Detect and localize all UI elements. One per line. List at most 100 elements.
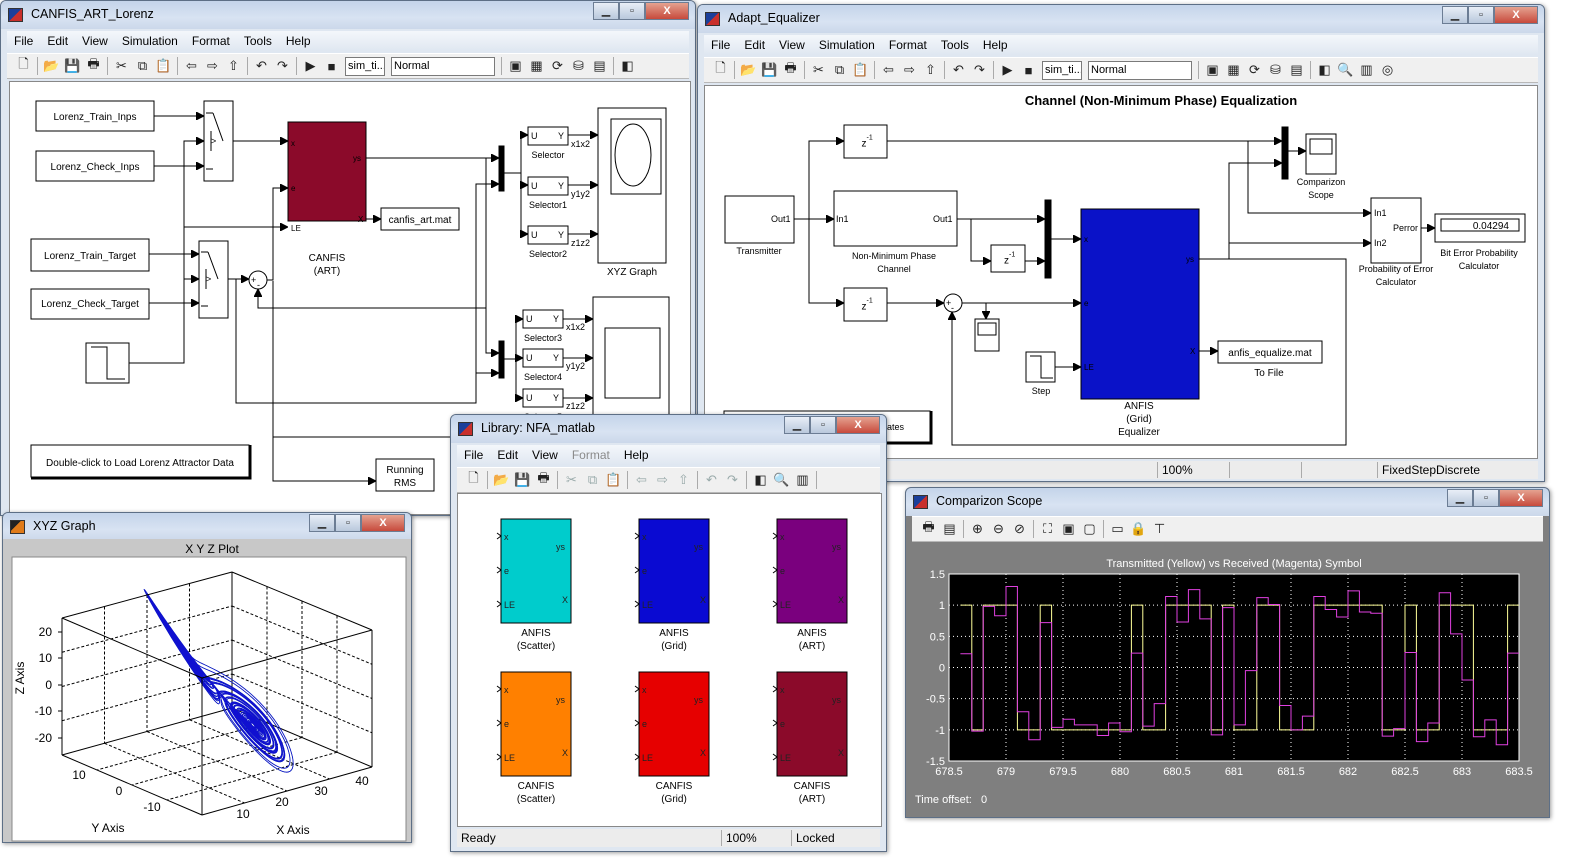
save-icon[interactable]: 💾 <box>62 58 83 74</box>
redo-icon[interactable]: ↷ <box>272 58 293 74</box>
params-icon[interactable]: ▤ <box>939 521 960 537</box>
save-axes-icon[interactable]: ▣ <box>1058 521 1079 537</box>
model-explorer-icon[interactable]: ▤ <box>589 58 610 74</box>
restore-axes-icon[interactable]: ▢ <box>1079 521 1100 537</box>
redo-icon[interactable]: ↷ <box>722 472 743 488</box>
open-icon[interactable]: 📂 <box>41 58 62 74</box>
autoscale-icon[interactable]: ⛶ <box>1037 521 1058 537</box>
stop-icon[interactable]: ■ <box>1018 63 1039 78</box>
canfis-art-block[interactable] <box>287 121 367 222</box>
library-block[interactable]: x e LE ys X ANFIS (Scatter) <box>496 518 572 652</box>
menu-format[interactable]: Format <box>882 38 934 52</box>
target-icon[interactable]: ◎ <box>1377 62 1398 78</box>
simulation-mode-select[interactable]: Normal <box>391 56 495 76</box>
open-icon[interactable]: 📂 <box>738 62 759 78</box>
menu-view[interactable]: View <box>772 38 812 52</box>
title-bar[interactable]: XYZ Graph ▁ ▫ X <box>3 513 411 541</box>
library-block[interactable]: x e LE ys X ANFIS (Grid) <box>634 518 710 652</box>
back-icon[interactable]: ⇦ <box>631 472 652 488</box>
back-icon[interactable]: ⇦ <box>181 58 202 74</box>
mux-block[interactable] <box>1044 199 1052 279</box>
new-icon[interactable]: 🗋 <box>463 469 484 491</box>
property-icon[interactable]: ▥ <box>792 472 813 488</box>
search-icon[interactable]: 🔍 <box>771 472 792 488</box>
menu-file[interactable]: File <box>704 38 737 52</box>
model-canvas[interactable]: Channel (Non-Minimum Phase) Equalization… <box>704 85 1538 459</box>
close-button[interactable]: X <box>1494 6 1538 24</box>
minimize-button[interactable]: ▁ <box>784 416 810 434</box>
up-icon[interactable]: ⇧ <box>673 472 694 488</box>
zoom-y-icon[interactable]: ⊘ <box>1009 521 1030 537</box>
library-block[interactable]: x e LE ys X CANFIS (ART) <box>772 671 848 805</box>
xyz-plot[interactable]: X Y Z Plot 20 10 0 -10 -20 10 0 -10 10 20 30 40 Y Axi… <box>3 539 411 842</box>
save-icon[interactable]: 💾 <box>512 472 533 488</box>
update-icon[interactable]: ⟳ <box>1244 62 1265 78</box>
search-icon[interactable]: 🔍 <box>1335 62 1356 78</box>
undo-icon[interactable]: ↶ <box>251 58 272 74</box>
up-icon[interactable]: ⇧ <box>920 62 941 78</box>
library-icon[interactable]: ▦ <box>1223 62 1244 78</box>
print-icon[interactable]: 🖶 <box>83 55 104 77</box>
menu-file[interactable]: File <box>457 448 490 462</box>
forward-icon[interactable]: ⇨ <box>899 62 920 78</box>
model-browser-icon[interactable]: ◧ <box>750 472 771 488</box>
menu-tools[interactable]: Tools <box>934 38 976 52</box>
scope-plot[interactable]: Transmitted (Yellow) vs Received (Magent… <box>910 544 1547 816</box>
menu-format[interactable]: Format <box>565 448 617 462</box>
menu-simulation[interactable]: Simulation <box>115 34 185 48</box>
close-button[interactable]: X <box>1499 489 1543 507</box>
zoom-icon[interactable]: ⊕ <box>967 521 988 537</box>
maximize-button[interactable]: ▫ <box>1473 489 1499 507</box>
play-icon[interactable]: ▶ <box>997 62 1018 78</box>
title-bar[interactable]: CANFIS_ART_Lorenz ▁ ▫ X <box>1 1 695 29</box>
close-button[interactable]: X <box>836 416 880 434</box>
menu-edit[interactable]: Edit <box>490 448 525 462</box>
zoom-x-icon[interactable]: ⊖ <box>988 521 1009 537</box>
new-icon[interactable]: 🗋 <box>13 55 34 77</box>
simulation-mode-select[interactable]: Normal <box>1088 60 1192 80</box>
lock-icon[interactable]: 🔒 <box>1128 521 1149 537</box>
model-browser-icon[interactable]: ◧ <box>617 58 638 74</box>
library-icon[interactable]: ▦ <box>526 58 547 74</box>
maximize-button[interactable]: ▫ <box>335 514 361 532</box>
maximize-button[interactable]: ▫ <box>1468 6 1494 24</box>
menu-help[interactable]: Help <box>279 34 318 48</box>
paste-icon[interactable]: 📋 <box>850 62 871 78</box>
menu-format[interactable]: Format <box>185 34 237 48</box>
back-icon[interactable]: ⇦ <box>878 62 899 78</box>
undo-icon[interactable]: ↶ <box>948 62 969 78</box>
signal-selector-icon[interactable]: ⊤ <box>1149 521 1170 537</box>
menu-file[interactable]: File <box>7 34 40 48</box>
maximize-button[interactable]: ▫ <box>810 416 836 434</box>
title-bar[interactable]: Library: NFA_matlab ▁ ▫ X <box>451 415 886 443</box>
menu-view[interactable]: View <box>525 448 565 462</box>
copy-icon[interactable]: ⧉ <box>582 472 603 488</box>
close-button[interactable]: X <box>645 2 689 20</box>
print-icon[interactable]: 🖶 <box>918 518 939 540</box>
mux-block[interactable] <box>1281 126 1289 180</box>
maximize-button[interactable]: ▫ <box>619 2 645 20</box>
menu-help[interactable]: Help <box>617 448 656 462</box>
library-block[interactable]: x e LE ys X ANFIS (ART) <box>772 518 848 652</box>
build-icon[interactable]: ⛁ <box>568 58 589 74</box>
mux-block[interactable] <box>498 145 505 192</box>
mux-block[interactable] <box>498 340 505 379</box>
open-icon[interactable]: 📂 <box>491 472 512 488</box>
library-canvas[interactable]: x e LE ys X ANFIS (Scatter) x e LE ys X ANFIS (Grid) x… <box>457 493 882 827</box>
debug-icon[interactable]: ▣ <box>505 58 526 74</box>
cut-icon[interactable]: ✂ <box>111 58 132 74</box>
title-bar[interactable]: Comparizon Scope ▁ ▫ X <box>906 488 1549 516</box>
property-icon[interactable]: ▥ <box>1356 62 1377 78</box>
minimize-button[interactable]: ▁ <box>1447 489 1473 507</box>
save-icon[interactable]: 💾 <box>759 62 780 78</box>
menu-simulation[interactable]: Simulation <box>812 38 882 52</box>
menu-help[interactable]: Help <box>976 38 1015 52</box>
model-browser-icon[interactable]: ◧ <box>1314 62 1335 78</box>
model-explorer-icon[interactable]: ▤ <box>1286 62 1307 78</box>
minimize-button[interactable]: ▁ <box>593 2 619 20</box>
menu-edit[interactable]: Edit <box>737 38 772 52</box>
anfis-grid-equalizer-block[interactable] <box>1080 208 1200 400</box>
menu-edit[interactable]: Edit <box>40 34 75 48</box>
xyz-graph-block[interactable] <box>592 296 670 428</box>
menu-view[interactable]: View <box>75 34 115 48</box>
